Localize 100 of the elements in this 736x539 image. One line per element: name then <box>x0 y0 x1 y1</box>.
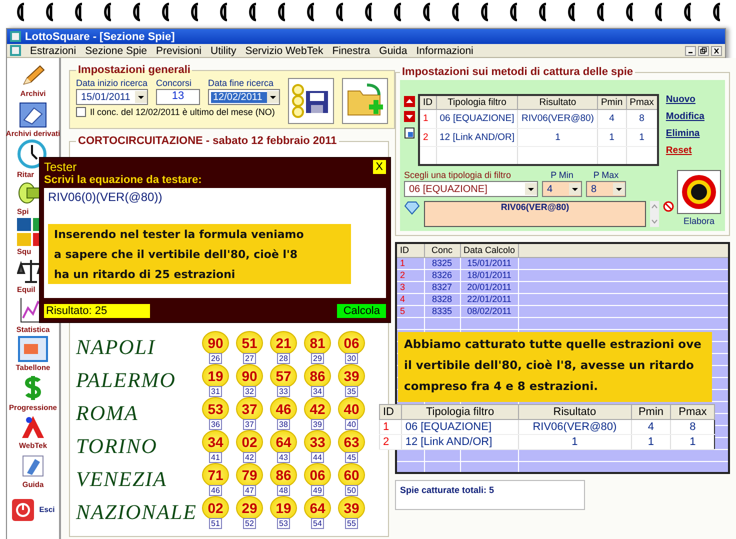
number-ball: 60 <box>338 463 365 487</box>
close-icon[interactable] <box>711 46 722 56</box>
number-ball: 63 <box>338 430 365 454</box>
count-field[interactable]: 13 <box>156 89 200 105</box>
ball-index: 36 <box>209 419 222 430</box>
run-label: Elabora <box>683 216 715 226</box>
column-header: Tipologia filtro <box>436 95 518 110</box>
power-icon[interactable] <box>11 498 36 522</box>
menu-item[interactable]: Previsioni <box>156 44 202 56</box>
diamond-icon[interactable] <box>404 201 420 215</box>
no-entry-icon[interactable] <box>663 201 674 212</box>
table-cell: 06 [EQUAZIONE] <box>436 110 518 128</box>
ball-index: 34 <box>311 386 324 397</box>
table-cell: 8326 <box>424 269 460 281</box>
date-dropdown[interactable]: 15/01/2011 <box>76 89 148 105</box>
table-cell: 06 [EQUAZIONE] <box>402 420 518 434</box>
ball-index: 53 <box>277 518 290 529</box>
table-cell: 2 <box>380 434 402 450</box>
table-cell: 08/02/2011 <box>460 305 519 317</box>
table-cell: 8325 <box>424 257 460 269</box>
ball-index: 44 <box>311 452 324 463</box>
ball-index: 35 <box>345 386 358 397</box>
table-cell: 8 <box>626 110 658 128</box>
document-pen-icon[interactable] <box>20 452 46 478</box>
table-cell: 8 <box>670 420 714 434</box>
action-link[interactable]: Modifica <box>666 111 704 122</box>
calculate-button[interactable]: Calcola <box>337 304 386 318</box>
run-button[interactable] <box>677 170 721 214</box>
checkbox[interactable] <box>76 107 86 117</box>
number-ball: 06 <box>338 331 365 355</box>
app-logo-icon[interactable] <box>10 45 21 56</box>
number-ball: 86 <box>304 364 331 388</box>
city-name: ROMA <box>76 401 140 426</box>
ball-index: 29 <box>311 353 324 364</box>
city-name: TORINO <box>76 434 158 459</box>
save-button[interactable] <box>288 78 334 124</box>
ball-index: 48 <box>277 485 290 496</box>
table-cell: 5 <box>396 305 424 317</box>
min-dropdown[interactable]: 4 <box>542 181 582 197</box>
table-cell: 8328 <box>424 293 460 305</box>
ball-index: 37 <box>243 419 256 430</box>
menu-item[interactable]: Utility <box>210 44 236 56</box>
calendar-grid-icon[interactable] <box>18 336 48 362</box>
ball-index: 43 <box>277 452 290 463</box>
ball-index: 46 <box>209 485 222 496</box>
table-cell: 4 <box>396 293 424 305</box>
total-count: Spie catturate totali: 5 <box>395 480 585 510</box>
menu-item[interactable]: Finestra <box>332 44 370 56</box>
number-ball: 64 <box>304 496 331 520</box>
column-header: ID <box>396 243 424 257</box>
restore-icon[interactable] <box>698 46 709 56</box>
result-text: Risultato: 25 <box>44 304 150 318</box>
minimize-icon[interactable] <box>685 46 696 56</box>
number-ball: 57 <box>270 364 297 388</box>
menu-item[interactable]: Estrazioni <box>30 44 76 56</box>
letter-logo-icon[interactable] <box>20 414 46 440</box>
field-label: Concorsi <box>156 78 193 88</box>
menu-item[interactable]: Guida <box>379 44 408 56</box>
action-link[interactable]: Elimina <box>666 128 704 139</box>
table-cell: 4 <box>597 110 626 128</box>
max-dropdown[interactable]: 8 <box>586 181 626 197</box>
formula-box: RIV06(VER@80) <box>424 201 646 227</box>
table-cell: 12 [Link AND/OR] <box>402 434 518 450</box>
number-ball: 02 <box>236 430 263 454</box>
number-ball: 02 <box>202 496 229 520</box>
move-down-icon[interactable] <box>404 111 415 122</box>
open-folder-button[interactable] <box>342 78 388 124</box>
filter-dropdown[interactable]: 06 [EQUAZIONE] <box>404 181 538 197</box>
annotation-note: Abbiamo catturato tutte quelle estrazioni ove il vertibile dell'80, cioè l'8, avesse un ritardo compreso fra 4 e 8 estrazioni. <box>398 332 712 402</box>
close-button[interactable]: X <box>372 160 386 174</box>
number-ball: 29 <box>236 496 263 520</box>
menu-item[interactable]: Informazioni <box>416 44 474 56</box>
column-header: Pmin <box>597 95 626 110</box>
equation-field[interactable]: RIV06(0)(VER(@80)) Inserendo nel tester la formula veniamo a sapere che il vertibile dell'80, cioè l'8 ha un ritardo di 25 estrazioni <box>44 188 386 298</box>
action-link[interactable]: Reset <box>666 145 704 156</box>
ball-index: 50 <box>345 485 358 496</box>
ball-index: 27 <box>243 353 256 364</box>
number-ball: 33 <box>304 430 331 454</box>
clipboard-icon[interactable] <box>404 126 415 139</box>
group-title: Impostazioni sui metodi di cattura delle spie <box>401 66 634 78</box>
group-title: Impostazioni generali <box>77 64 192 76</box>
menu-item[interactable]: Servizio WebTek <box>245 44 324 56</box>
action-link[interactable]: Nuovo <box>666 94 704 105</box>
date-dropdown[interactable]: 12/02/2011 <box>208 89 280 105</box>
column-header: Conc <box>424 243 460 257</box>
move-up-icon[interactable] <box>404 96 415 107</box>
number-ball: 71 <box>202 463 229 487</box>
table-cell: 4 <box>631 420 671 434</box>
field-label: P Max <box>592 170 620 180</box>
number-ball: 90 <box>236 364 263 388</box>
book-icon[interactable] <box>19 102 47 128</box>
app-logo-icon <box>10 31 21 42</box>
table-cell: RIV06(VER@80) <box>518 110 598 128</box>
number-ball: 19 <box>202 364 229 388</box>
ball-index: 28 <box>277 353 290 364</box>
checkbox-label: Il conc. del 12/02/2011 è ultimo del mese (NO) <box>90 107 275 117</box>
table-cell: 1 <box>631 434 671 450</box>
number-ball: 86 <box>270 463 297 487</box>
table-cell: 3 <box>396 281 424 293</box>
menu-item[interactable]: Sezione Spie <box>85 44 147 56</box>
